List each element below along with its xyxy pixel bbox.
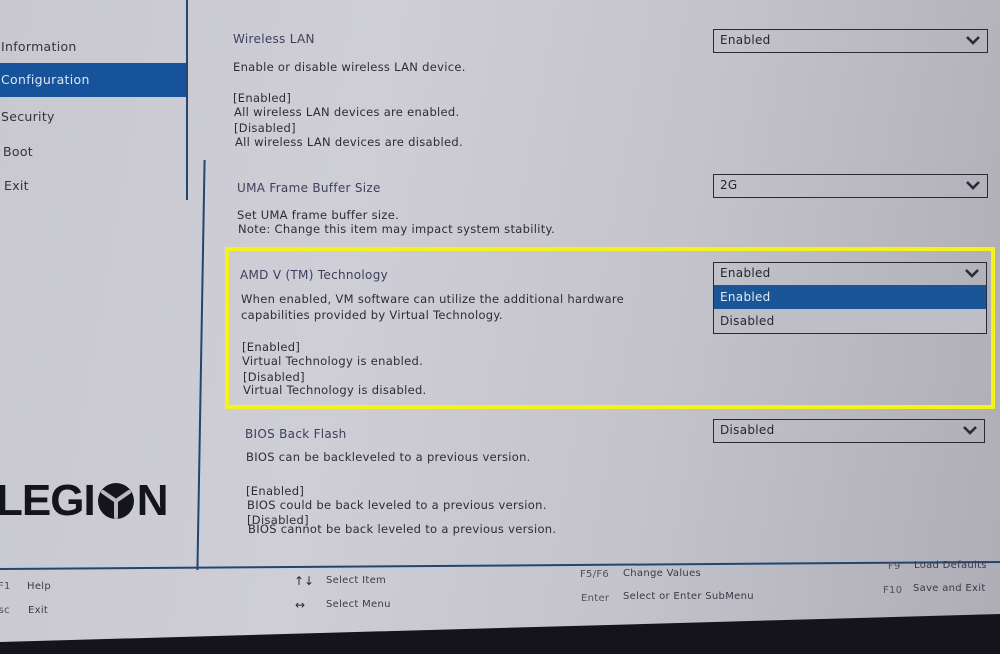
footer-enter-label: Select or Enter SubMenu: [623, 591, 754, 602]
bios-back-flash-description: BIOS can be backleveled to a previous ve…: [246, 450, 531, 464]
uma-frame-buffer-title: UMA Frame Buffer Size: [237, 181, 381, 195]
footer-select-menu-label: Select Menu: [326, 599, 391, 610]
nav-item-label: Security: [1, 109, 55, 124]
sidebar-divider: [186, 0, 188, 200]
uma-frame-buffer-note: Note: Change this item may impact system…: [238, 222, 555, 236]
chevron-down-icon: [966, 181, 980, 190]
uma-frame-buffer-select[interactable]: 2G: [713, 174, 988, 198]
footer-select-item-label: Select Item: [326, 575, 387, 586]
bios-back-flash-enabled-label: [Enabled]: [246, 484, 305, 498]
footer-help-label: Help: [27, 581, 51, 592]
wireless-lan-disabled-label: [Disabled]: [234, 121, 296, 135]
wireless-lan-select[interactable]: Enabled: [713, 29, 988, 53]
left-right-arrows-icon: ↔: [295, 598, 306, 612]
nav-item-security[interactable]: Security: [0, 100, 186, 134]
footer-save-label: Save and Exit: [913, 583, 986, 594]
footer-exit-label: Exit: [28, 605, 49, 616]
bios-back-flash-title: BIOS Back Flash: [245, 427, 347, 441]
select-value: Enabled: [720, 33, 771, 47]
wireless-lan-enabled-desc: All wireless LAN devices are enabled.: [234, 105, 460, 119]
footer-enter-key: Enter: [581, 593, 610, 604]
legion-logo: LEGI N: [0, 476, 169, 526]
bios-back-flash-enabled-desc: BIOS could be back leveled to a previous…: [247, 498, 547, 512]
footer-defaults-key: F9: [888, 561, 901, 572]
logo-text-suffix: N: [136, 476, 169, 525]
footer-save-key: F10: [883, 585, 903, 596]
wireless-lan-enabled-label: [Enabled]: [233, 91, 292, 105]
nav-item-boot[interactable]: Boot: [0, 135, 188, 169]
nav-item-label: Information: [1, 39, 77, 54]
footer-change-key: F5/F6: [580, 569, 610, 580]
footer-defaults-label: Load Defaults: [914, 560, 987, 571]
bios-back-flash-select[interactable]: Disabled: [713, 419, 985, 443]
annotation-highlight-box: [225, 247, 995, 409]
wireless-lan-description: Enable or disable wireless LAN device.: [233, 60, 466, 74]
uma-frame-buffer-description: Set UMA frame buffer size.: [237, 208, 400, 222]
legion-y-icon: [97, 483, 134, 519]
sidebar-nav: Information Configuration Security Boot …: [0, 0, 186, 570]
footer-exit-key: Esc: [0, 605, 10, 616]
footer-change-label: Change Values: [623, 568, 702, 579]
select-value: Disabled: [720, 423, 775, 437]
nav-item-exit[interactable]: Exit: [0, 169, 189, 203]
chevron-down-icon: [963, 426, 977, 435]
nav-item-configuration[interactable]: Configuration: [0, 63, 186, 97]
select-value: 2G: [720, 178, 738, 192]
nav-item-information[interactable]: Information: [0, 30, 186, 64]
bios-back-flash-disabled-desc: BIOS cannot be back leveled to a previou…: [248, 522, 557, 536]
monitor-bezel: [0, 614, 1000, 654]
logo-text-prefix: LEGI: [0, 476, 96, 525]
wireless-lan-title: Wireless LAN: [233, 32, 315, 46]
wireless-lan-disabled-desc: All wireless LAN devices are disabled.: [235, 135, 463, 149]
nav-item-label: Configuration: [1, 72, 90, 87]
footer-help-key: F1: [0, 581, 11, 592]
nav-item-label: Boot: [3, 144, 33, 159]
chevron-down-icon: [966, 36, 980, 45]
content-divider: [196, 160, 206, 570]
up-down-arrows-icon: ↑↓: [294, 574, 315, 588]
nav-item-label: Exit: [4, 178, 29, 193]
